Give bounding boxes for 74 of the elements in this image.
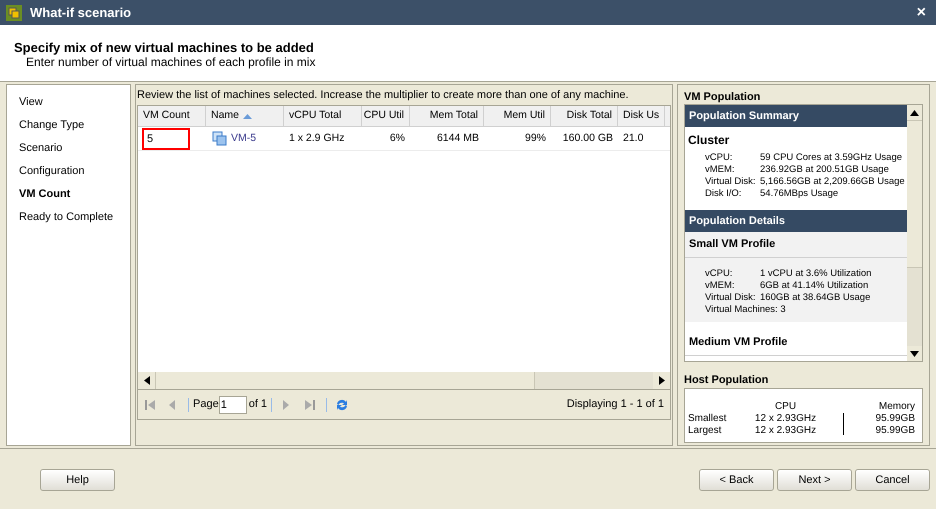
count-field[interactable]: 5 <box>142 128 190 150</box>
table-cell-text: 1 x 2.9 GHz <box>288 130 346 146</box>
column-header[interactable]: Mem Total <box>410 106 484 126</box>
first-page-icon[interactable] <box>144 398 156 410</box>
stat-value: 6GB at 41.14% Utilization <box>760 280 868 292</box>
stat-label: Virtual Disk: <box>705 292 757 304</box>
stat-label: vCPU: <box>705 268 734 280</box>
stat-label: vMEM: <box>705 280 736 292</box>
stat-value: 160GB at 38.64GB Usage <box>760 292 870 304</box>
next-page-icon[interactable] <box>282 398 290 410</box>
table-cell-text: 95.99GB <box>874 413 915 425</box>
stat-label: vMEM: <box>705 164 736 176</box>
column-header[interactable]: Disk Total <box>551 106 618 126</box>
scroll-thumb[interactable] <box>155 372 535 389</box>
step-item[interactable]: Ready to Complete <box>19 209 130 225</box>
next-button[interactable]: Next > <box>777 469 852 491</box>
stat-label: Virtual Disk: <box>705 176 757 188</box>
stat-label: vCPU: <box>705 152 734 164</box>
last-page-icon[interactable] <box>304 398 316 410</box>
stat-label: Virtual Machines: 3 <box>705 304 786 316</box>
step-item[interactable]: Scenario <box>19 140 130 156</box>
cancel-button[interactable]: Cancel <box>855 469 930 491</box>
step-item[interactable]: Configuration <box>19 163 130 179</box>
table-cell-text: 6144 MB <box>436 130 480 146</box>
table-cell-text: 21.0 <box>622 130 644 146</box>
table-cell-text: 12 x 2.93GHz <box>754 425 818 437</box>
instruction-text: Review the list of machines selected. Increase the multiplier to create more than one of any machine. <box>136 88 630 103</box>
section-header: Population Details <box>685 210 907 232</box>
horizontal-scrollbar[interactable] <box>138 372 670 389</box>
table-cell-text: 99% <box>524 130 547 146</box>
page-count: of 1 <box>248 397 268 412</box>
row-label: Largest <box>688 425 722 437</box>
stat-value: 59 CPU Cores at 3.59GHz Usage <box>760 152 902 164</box>
section-title: VM Population <box>684 90 762 104</box>
table-cell-text: 12 x 2.93GHz <box>754 413 818 425</box>
column-header[interactable]: vCPU Total <box>284 106 362 126</box>
column-header[interactable]: Disk Us <box>618 106 666 126</box>
page-field[interactable]: 1 <box>218 396 247 414</box>
help-button[interactable]: Help <box>40 469 115 491</box>
displaying-text: Displaying 1 - 1 of 1 <box>566 397 664 412</box>
step-item[interactable]: View <box>19 94 130 110</box>
column-header[interactable]: CPU Util <box>362 106 410 126</box>
refresh-icon[interactable] <box>335 398 350 412</box>
table-cell-text: 160.00 GB <box>562 130 614 146</box>
stat-value: 1 vCPU at 3.6% Utilization <box>760 268 872 280</box>
step-item[interactable]: Change Type <box>19 117 130 133</box>
page-subtitle: Enter number of virtual machines of each profile in mix <box>25 55 316 69</box>
page-label: Page <box>193 397 219 412</box>
virtual-machine-icon <box>212 131 227 146</box>
stat-label: Disk I/O: <box>705 188 742 200</box>
vm-name-link[interactable]: VM-5 <box>231 130 256 146</box>
column-header[interactable]: Mem Util <box>484 106 551 126</box>
profile-header: Small VM Profile <box>685 232 907 258</box>
close-button[interactable]: × <box>912 4 930 20</box>
stat-value: 5,166.56GB at 2,209.66GB Usage <box>760 176 905 188</box>
step-item[interactable]: VM Count <box>19 186 130 202</box>
previous-page-icon[interactable] <box>168 398 176 410</box>
page-title: Specify mix of new virtual machines to be added <box>14 40 315 55</box>
table-cell-text: 6% <box>388 130 406 146</box>
stat-value: 236.92GB at 200.51GB Usage <box>760 164 889 176</box>
stat-value: 54.76MBps Usage <box>760 188 838 200</box>
column-header: CPU <box>774 401 798 413</box>
column-header[interactable]: VM Count <box>138 106 206 126</box>
row-label: Smallest <box>688 413 728 425</box>
column-header: Memory <box>878 401 915 413</box>
back-button[interactable]: < Back <box>699 469 774 491</box>
app-icon <box>6 4 22 20</box>
section-header: Population Summary <box>685 105 907 127</box>
cluster-title: Cluster <box>687 132 730 149</box>
window-title: What-if scenario <box>30 4 132 22</box>
column-header[interactable]: Name <box>206 106 284 126</box>
section-title: Host Population <box>684 373 770 386</box>
sort-ascending-icon <box>243 114 252 118</box>
table-cell-text: 95.99GB <box>874 425 915 437</box>
